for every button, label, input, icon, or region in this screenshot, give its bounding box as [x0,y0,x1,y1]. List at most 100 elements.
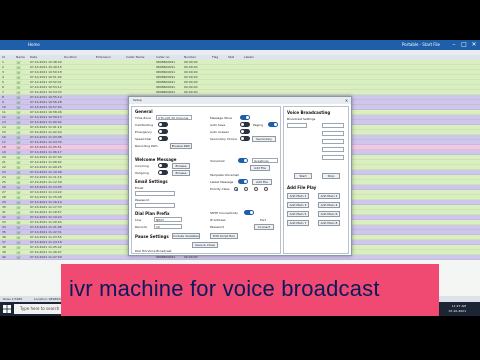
browse-path-button[interactable]: Browse Path [170,143,192,149]
edit-script-button[interactable]: Edit Script Box [210,233,238,239]
add-main-5-button[interactable]: Add Main 5 [287,211,309,217]
paging-label: Paging [253,123,264,127]
dialog-footer: Dial Hill Voice Broadcast [135,249,172,253]
outgoing-toggle[interactable] [158,170,168,175]
line-field[interactable]: NEXT [154,217,182,222]
recording-path-label: Recording Path [135,144,158,148]
time-zone-label: Time Zone [135,116,151,120]
records-label: Records [135,225,147,229]
priority-radio-2[interactable] [244,187,248,191]
time-zone-select[interactable]: UTC+05:30 Chennai [156,115,192,120]
incoming-toggle[interactable] [158,163,168,168]
voicemail-label: Voicemail [210,159,225,163]
call-routing-label: Call Routing [135,123,154,127]
outgoing-browse-button[interactable]: Browse [172,170,190,176]
secondary-choice-label: Secondary Choice [210,137,238,141]
add-main-8-button[interactable]: Add Main 8 [318,220,340,226]
broadcast-settings-label: Broadcast Settings [287,117,316,121]
secondary-choice-toggle[interactable] [240,136,250,141]
incoming-label: Incoming [135,164,149,168]
auto-save-toggle[interactable] [240,122,250,127]
email-label: Email [135,186,144,190]
speed-dial-label: Speed Dial [135,137,152,141]
message-store-label: Message Store [210,116,233,120]
minimize-icon[interactable]: – [450,41,458,49]
secondary-button[interactable]: Secondary [252,136,276,142]
add-main-2-button[interactable]: Add Main 2 [318,193,340,199]
template-voicemail-label: Template Voicemail [210,173,240,177]
dialog-title: Setup [129,97,351,104]
save-close-button[interactable]: Save & Close [192,242,218,248]
call-icon: ☏ [16,255,22,260]
latest-add-file-button[interactable]: Add File [252,179,272,185]
welcome-heading: Welcome Message [135,157,177,162]
broadcast-field-2[interactable] [322,123,344,128]
broadcast-field-4[interactable] [322,139,344,144]
voicemail-field[interactable]: Greetings [252,158,278,163]
taskbar-clock: 11:27 AM 07-10-2021 [449,304,466,314]
add-main-6-button[interactable]: Add Main 6 [318,211,340,217]
broadcast-field-1[interactable] [287,123,307,128]
auto-answer-toggle[interactable] [240,129,250,134]
speed-dial-toggle[interactable] [158,136,168,141]
password-label: Password [135,198,150,202]
include-variables-button[interactable]: Include Variables [172,233,200,239]
latest-message-toggle[interactable] [238,179,248,184]
password-field[interactable] [135,203,175,208]
window-right-title: Portable · Start File [401,42,440,47]
emergency-toggle[interactable] [158,129,168,134]
priority-radio-1[interactable] [234,187,238,191]
priority-radio-4[interactable] [264,187,268,191]
window-title: Home [28,42,40,47]
add-main-1-button[interactable]: Add Main 1 [287,193,309,199]
dial-plan-heading: Dial Plan Prefix [135,211,170,216]
smtp-password-label: Password [210,225,225,229]
broadcast-field-5[interactable] [322,147,344,152]
general-heading: General [135,109,153,114]
emergency-label: Emergency [135,130,152,134]
voicemail-toggle[interactable] [238,158,248,163]
outgoing-label: Outgoing [135,171,149,175]
ip-address-label: IP Address [210,218,226,222]
windows-start-icon[interactable] [3,305,11,313]
port-label: Port [260,218,266,222]
smtp-label: SMTP Connectivity [210,211,238,215]
row-id: 40 [2,255,6,259]
clock-date: 07-10-2021 [448,309,466,313]
auto-answer-label: Auto Answer [210,130,229,134]
broadcast-field-3[interactable] [322,131,344,136]
auto-save-label: Auto Save [210,123,226,127]
connect-button[interactable]: Connect [254,224,274,230]
caption-banner: ivr machine for voice broadcast [61,264,439,316]
voice-broadcasting-heading: Voice Broadcasting [287,110,331,115]
close-icon[interactable]: ✕ [470,41,478,49]
line-label: Line [135,218,142,222]
dialog-close-icon[interactable]: ✕ [343,98,350,103]
settings-pane: General Time Zone UTC+05:30 Chennai Call… [131,106,281,254]
add-main-4-button[interactable]: Add Main 4 [318,202,340,208]
setup-dialog: Setup ✕ General Time Zone UTC+05:30 Chen… [128,96,352,256]
broadcast-start-button[interactable]: Start [294,173,312,179]
voicemail-add-file-button[interactable]: Add File [250,165,270,171]
broadcast-field-6[interactable] [322,155,344,160]
smtp-toggle[interactable] [244,210,254,215]
broadcast-stop-button[interactable]: Stop [322,173,340,179]
add-main-7-button[interactable]: Add Main 7 [287,220,309,226]
add-file-play-heading: Add File Play [287,185,317,190]
paging-toggle[interactable] [268,122,278,127]
priority-class-label: Priority Class [210,187,230,191]
caption-text: ivr machine for voice broadcast [69,276,380,301]
maximize-icon[interactable]: □ [460,41,468,49]
priority-radio-3[interactable] [254,187,258,191]
email-field[interactable] [135,191,175,196]
pause-heading: Pause Settings [135,234,169,239]
latest-message-label: Latest Message [210,180,234,184]
add-main-3-button[interactable]: Add Main 3 [287,202,309,208]
email-heading: Email Settings [135,179,168,184]
voice-broadcasting-pane: Voice Broadcasting Broadcast Settings St… [283,106,349,254]
row-date: 07.10.2021 11:27:29 [30,255,62,259]
call-routing-toggle[interactable] [158,122,168,127]
incoming-browse-button[interactable]: Browse [172,163,190,169]
records-field[interactable]: 10 [154,224,182,229]
message-store-toggle[interactable] [240,115,250,120]
